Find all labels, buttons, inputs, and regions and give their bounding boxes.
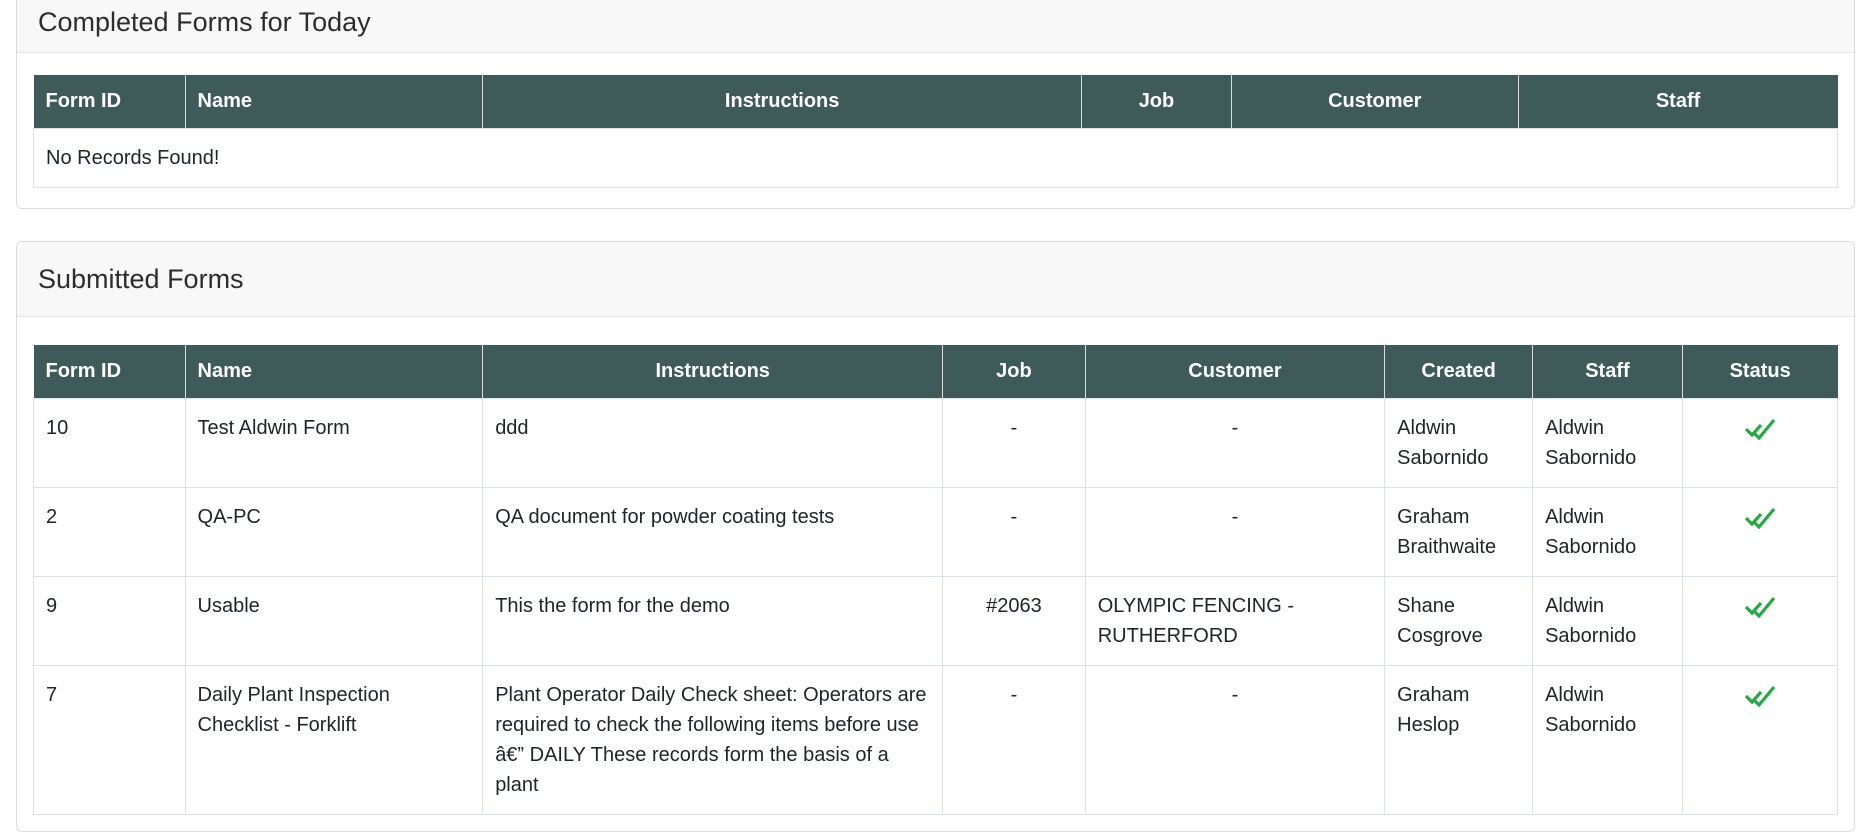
cell-job: - <box>943 665 1086 814</box>
completed-forms-card-header: Completed Forms for Today <box>17 0 1854 53</box>
cell-created: Graham Heslop <box>1385 665 1533 814</box>
cell-staff: Aldwin Sabornido <box>1533 576 1683 665</box>
cell-staff: Aldwin Sabornido <box>1533 665 1683 814</box>
col-header-staff: Staff <box>1533 345 1683 399</box>
submitted-forms-title: Submitted Forms <box>38 263 1833 295</box>
submitted-forms-card-header: Submitted Forms <box>17 242 1854 316</box>
completed-forms-header-row: Form ID Name Instructions Job Customer S… <box>34 75 1838 129</box>
submitted-form-row[interactable]: 7 Daily Plant Inspection Checklist - For… <box>34 665 1838 814</box>
col-header-staff: Staff <box>1518 75 1837 129</box>
cell-instructions: This the form for the demo <box>483 576 943 665</box>
cell-instructions: QA document for powder coating tests <box>483 487 943 576</box>
col-header-instructions: Instructions <box>483 75 1082 129</box>
col-header-form-id: Form ID <box>34 345 186 399</box>
cell-customer: - <box>1085 398 1384 487</box>
submitted-forms-card-body: Form ID Name Instructions Job Customer C… <box>17 317 1854 831</box>
cell-name: QA-PC <box>185 487 483 576</box>
col-header-customer: Customer <box>1085 345 1384 399</box>
submitted-forms-header-row: Form ID Name Instructions Job Customer C… <box>34 345 1838 399</box>
double-check-icon <box>1744 595 1776 619</box>
cell-form-id: 10 <box>34 398 186 487</box>
completed-forms-table: Form ID Name Instructions Job Customer S… <box>33 75 1838 188</box>
col-header-instructions: Instructions <box>483 345 943 399</box>
double-check-icon <box>1744 684 1776 708</box>
completed-forms-card-body: Form ID Name Instructions Job Customer S… <box>17 53 1854 208</box>
cell-status <box>1682 487 1837 576</box>
double-check-icon <box>1744 506 1776 530</box>
submitted-form-row[interactable]: 10 Test Aldwin Form ddd - - Aldwin Sabor… <box>34 398 1838 487</box>
cell-status <box>1682 665 1837 814</box>
completed-forms-card: Completed Forms for Today Form ID Name I… <box>16 0 1855 209</box>
cell-status <box>1682 398 1837 487</box>
cell-created: Graham Braithwaite <box>1385 487 1533 576</box>
forms-dashboard-page: Completed Forms for Today Form ID Name I… <box>0 0 1871 832</box>
cell-name: Daily Plant Inspection Checklist - Forkl… <box>185 665 483 814</box>
cell-name: Usable <box>185 576 483 665</box>
cell-created: Shane Cosgrove <box>1385 576 1533 665</box>
cell-form-id: 9 <box>34 576 186 665</box>
submitted-form-row[interactable]: 2 QA-PC QA document for powder coating t… <box>34 487 1838 576</box>
cell-job: - <box>943 487 1086 576</box>
cell-customer: OLYMPIC FENCING - RUTHERFORD <box>1085 576 1384 665</box>
cell-customer: - <box>1085 665 1384 814</box>
cell-instructions: ddd <box>483 398 943 487</box>
cell-created: Aldwin Sabornido <box>1385 398 1533 487</box>
submitted-forms-body: 10 Test Aldwin Form ddd - - Aldwin Sabor… <box>34 398 1838 814</box>
cell-job: #2063 <box>943 576 1086 665</box>
cell-staff: Aldwin Sabornido <box>1533 487 1683 576</box>
submitted-forms-card: Submitted Forms Form ID Name Instruction… <box>16 241 1855 831</box>
cell-form-id: 2 <box>34 487 186 576</box>
completed-forms-title: Completed Forms for Today <box>38 6 1833 38</box>
col-header-name: Name <box>185 75 483 129</box>
cell-name: Test Aldwin Form <box>185 398 483 487</box>
double-check-icon <box>1744 417 1776 441</box>
no-records-message: No Records Found! <box>34 129 1838 188</box>
cell-status <box>1682 576 1837 665</box>
col-header-job: Job <box>1082 75 1232 129</box>
cell-staff: Aldwin Sabornido <box>1533 398 1683 487</box>
cell-job: - <box>943 398 1086 487</box>
cell-customer: - <box>1085 487 1384 576</box>
col-header-form-id: Form ID <box>34 75 186 129</box>
col-header-job: Job <box>943 345 1086 399</box>
submitted-form-row[interactable]: 9 Usable This the form for the demo #206… <box>34 576 1838 665</box>
col-header-status: Status <box>1682 345 1837 399</box>
cell-form-id: 7 <box>34 665 186 814</box>
submitted-forms-table: Form ID Name Instructions Job Customer C… <box>33 345 1838 815</box>
empty-row: No Records Found! <box>34 129 1838 188</box>
cell-instructions: Plant Operator Daily Check sheet: Operat… <box>483 665 943 814</box>
col-header-name: Name <box>185 345 483 399</box>
col-header-created: Created <box>1385 345 1533 399</box>
col-header-customer: Customer <box>1231 75 1518 129</box>
